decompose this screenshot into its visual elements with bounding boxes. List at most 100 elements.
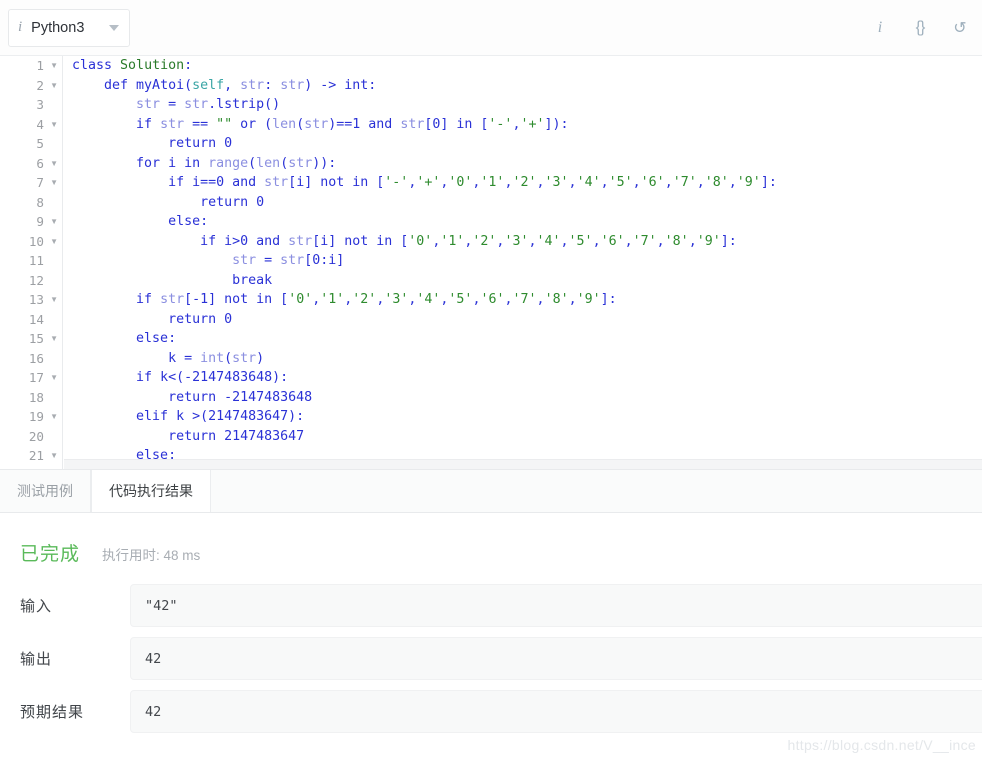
code-token: str: [304, 116, 329, 132]
code-token: i: [168, 155, 185, 171]
code-token: '+': [520, 116, 545, 132]
code-line[interactable]: str = str.lstrip(): [72, 95, 982, 115]
code-line[interactable]: return 0: [72, 310, 982, 330]
io-value-box[interactable]: 42: [130, 637, 982, 680]
io-label: 预期结果: [20, 704, 85, 721]
code-content[interactable]: class Solution: def myAtoi(self, str: st…: [64, 56, 982, 469]
code-token: '9': [576, 292, 601, 307]
fold-triangle-icon[interactable]: ▼: [48, 368, 58, 388]
code-token: class: [72, 58, 121, 73]
code-token: '3': [384, 292, 409, 307]
fold-triangle-icon[interactable]: ▼: [48, 76, 58, 96]
code-token: i==0: [192, 175, 233, 190]
code-line[interactable]: return -2147483648: [72, 388, 982, 408]
code-line[interactable]: str = str[0:i]: [72, 251, 982, 271]
reset-icon[interactable]: ↺: [940, 0, 980, 56]
line-number: 2 ▼: [0, 76, 62, 96]
fold-triangle-icon[interactable]: ▼: [48, 173, 58, 193]
code-token: '5': [568, 233, 593, 249]
line-number: 3: [36, 97, 44, 112]
code-token: not in: [224, 292, 281, 307]
code-line[interactable]: if str[-1] not in ['0','1','2','3','4','…: [72, 290, 982, 310]
code-line[interactable]: class Solution:: [72, 56, 982, 76]
io-row: 输入 "42": [0, 584, 982, 627]
code-line[interactable]: elif k >(2147483647):: [72, 407, 982, 427]
fold-triangle-icon[interactable]: ▼: [48, 154, 58, 174]
code-token: [0:i]: [304, 253, 345, 268]
code-token: [i]: [288, 175, 321, 190]
code-token: int: [344, 77, 369, 93]
code-token: [0]: [424, 116, 457, 132]
code-line[interactable]: else:: [72, 329, 982, 349]
code-token: str: [136, 97, 161, 112]
line-number: 18: [28, 389, 44, 405]
code-token: and: [232, 175, 265, 190]
code-line[interactable]: return 0: [72, 193, 982, 213]
code-token: 0: [224, 311, 233, 327]
code-line[interactable]: if i>0 and str[i] not in ['0','1','2','3…: [72, 232, 982, 252]
code-token: (: [184, 77, 193, 93]
code-editor[interactable]: 1 ▼ 2 ▼ 3 4 ▼ 5 6 ▼ 7 ▼ 8 9 ▼ 10 ▼ 11 12 13 ▼ 14 15 ▼ 16 17 ▼ 18 19 ▼…: [0, 56, 982, 469]
fold-triangle-icon[interactable]: ▼: [48, 446, 58, 466]
code-token: Solution: [120, 58, 185, 73]
code-token: ): [256, 350, 265, 366]
code-token: range: [208, 155, 249, 171]
code-token: and: [256, 233, 289, 249]
toolbar-actions: i {} ↺: [860, 0, 982, 56]
code-token: :: [200, 214, 209, 229]
code-token: len: [272, 116, 297, 132]
line-number: 21 ▼: [0, 446, 62, 466]
code-token: '7': [512, 292, 537, 307]
code-token: str: [400, 116, 425, 132]
code-token: '2': [512, 175, 537, 190]
fold-triangle-icon[interactable]: ▼: [48, 329, 58, 349]
code-line[interactable]: if str == "" or (len(str)==1 and str[0] …: [72, 115, 982, 135]
line-number: 12: [28, 272, 44, 288]
fold-triangle-icon[interactable]: ▼: [48, 407, 58, 427]
code-line[interactable]: break: [72, 271, 982, 291]
fold-triangle-icon[interactable]: ▼: [48, 115, 58, 135]
code-token: )):: [312, 155, 337, 171]
fold-triangle-icon[interactable]: ▼: [48, 56, 58, 76]
code-line[interactable]: if i==0 and str[i] not in ['-','+','0','…: [72, 173, 982, 193]
line-number: 13 ▼: [0, 290, 62, 310]
line-number: 15 ▼: [0, 329, 62, 349]
io-value-box[interactable]: "42": [130, 584, 982, 627]
code-token: str: [232, 253, 257, 268]
code-token: '1': [320, 292, 345, 307]
line-number: 11: [28, 253, 44, 268]
editor-horizontal-scrollbar[interactable]: [64, 459, 982, 469]
code-token: )==1: [328, 116, 369, 132]
code-line[interactable]: return 2147483647: [72, 427, 982, 447]
code-token: elif: [72, 409, 177, 424]
tab-testcase[interactable]: 测试用例: [0, 470, 91, 512]
code-token: (: [224, 350, 233, 366]
code-line[interactable]: for i in range(len(str)):: [72, 154, 982, 174]
code-line[interactable]: else:: [72, 212, 982, 232]
braces-icon[interactable]: {}: [900, 0, 940, 56]
code-token: k =: [72, 350, 201, 366]
tab-result[interactable]: 代码执行结果: [91, 470, 211, 512]
code-token: ,: [568, 175, 577, 190]
code-token: '1': [440, 233, 465, 249]
result-status-row: 已完成 执行用时: 48 ms: [0, 539, 982, 566]
fold-triangle-icon[interactable]: ▼: [48, 290, 58, 310]
code-token: return: [72, 311, 225, 327]
code-token: '5': [608, 175, 633, 190]
code-line[interactable]: return 0: [72, 134, 982, 154]
code-line[interactable]: k = int(str): [72, 349, 982, 369]
language-selector[interactable]: i Python3: [8, 8, 130, 47]
io-value-box[interactable]: 42: [130, 690, 982, 733]
fold-triangle-icon[interactable]: ▼: [48, 212, 58, 232]
code-line[interactable]: if k<(-2147483648):: [72, 368, 982, 388]
code-token: ) ->: [304, 77, 345, 93]
info-icon[interactable]: i: [860, 0, 900, 56]
code-line[interactable]: def myAtoi(self, str: str) -> int:: [72, 76, 982, 96]
fold-triangle-icon[interactable]: ▼: [48, 232, 58, 252]
leetcode-editor-page: i Python3 i {} ↺ 1 ▼ 2 ▼ 3 4 ▼ 5 6 ▼ 7 ▼ 8 9 ▼ 10 ▼ 11 12 1…: [0, 0, 982, 765]
line-number: 17 ▼: [0, 368, 62, 388]
code-token: self: [192, 77, 225, 93]
code-token: :: [168, 331, 177, 346]
code-token: ,: [600, 175, 609, 190]
code-token: '0': [288, 292, 313, 307]
